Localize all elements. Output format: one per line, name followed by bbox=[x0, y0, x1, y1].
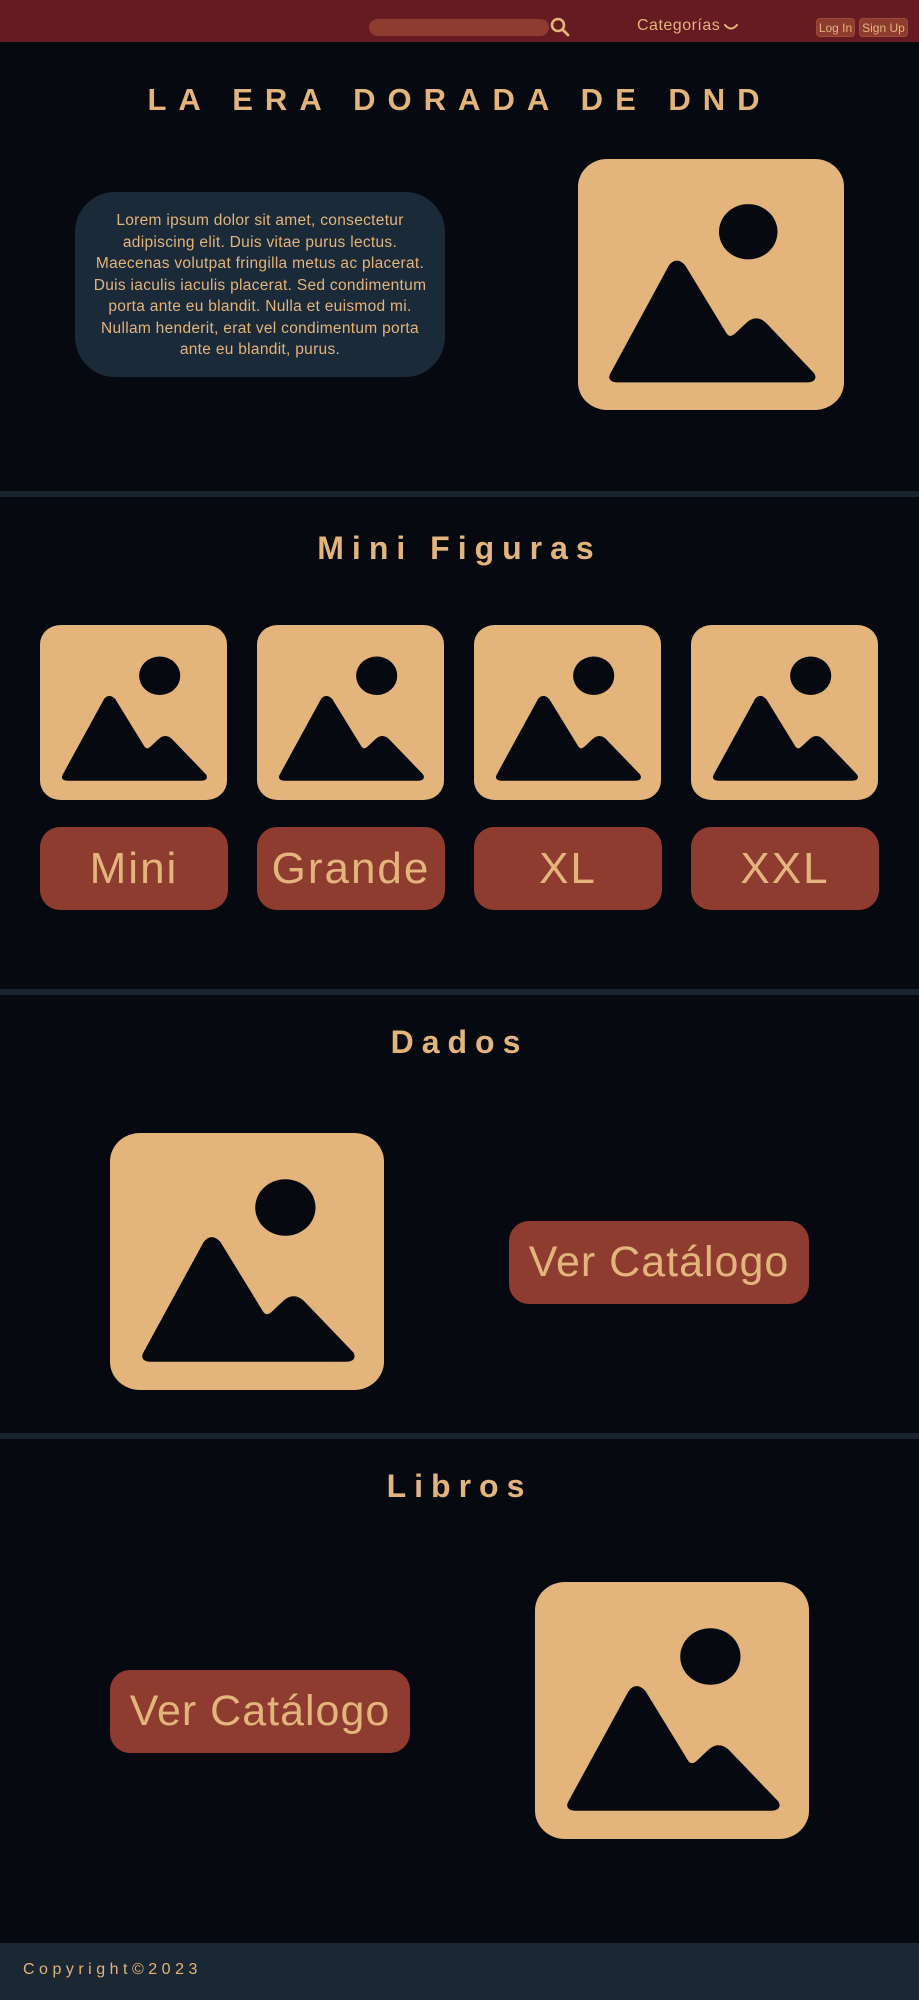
image-placeholder-icon bbox=[578, 159, 844, 410]
xl-button[interactable]: XL bbox=[474, 827, 662, 910]
section-divider bbox=[0, 1433, 919, 1439]
search-input[interactable] bbox=[369, 19, 549, 36]
signup-button[interactable]: Sign Up bbox=[859, 18, 908, 37]
xxl-button[interactable]: XXL bbox=[691, 827, 879, 910]
login-button[interactable]: Log In bbox=[816, 18, 855, 37]
dados-catalog-button[interactable]: Ver Catálogo bbox=[509, 1221, 809, 1304]
section-divider bbox=[0, 989, 919, 995]
section-title-dados: Dados bbox=[390, 1024, 529, 1060]
search-icon[interactable] bbox=[550, 17, 570, 37]
section-title-mini-figuras: Mini Figuras bbox=[317, 530, 602, 566]
section-title-libros: Libros bbox=[386, 1468, 533, 1504]
categories-label: Categorías bbox=[637, 17, 721, 34]
hero-description: Lorem ipsum dolor sit amet, consectetur … bbox=[75, 192, 445, 377]
image-placeholder-icon bbox=[691, 625, 878, 800]
libros-catalog-button[interactable]: Ver Catálogo bbox=[110, 1670, 410, 1753]
image-placeholder-icon bbox=[257, 625, 444, 800]
copyright-text: Copyright©2023 bbox=[23, 1961, 202, 1978]
grande-button[interactable]: Grande bbox=[257, 827, 445, 910]
image-placeholder-icon bbox=[474, 625, 661, 800]
image-placeholder-icon bbox=[110, 1133, 384, 1390]
image-placeholder-icon bbox=[40, 625, 227, 800]
page-title: LA ERA DORADA DE DND bbox=[147, 82, 772, 117]
mini-button[interactable]: Mini bbox=[40, 827, 228, 910]
top-navbar: Categorías Log In Sign Up bbox=[0, 0, 919, 42]
section-divider bbox=[0, 491, 919, 497]
image-placeholder-icon bbox=[535, 1582, 809, 1839]
footer: Copyright©2023 bbox=[0, 1943, 919, 2000]
chevron-down-icon bbox=[724, 24, 739, 30]
categories-dropdown[interactable]: Categorías bbox=[637, 16, 739, 36]
